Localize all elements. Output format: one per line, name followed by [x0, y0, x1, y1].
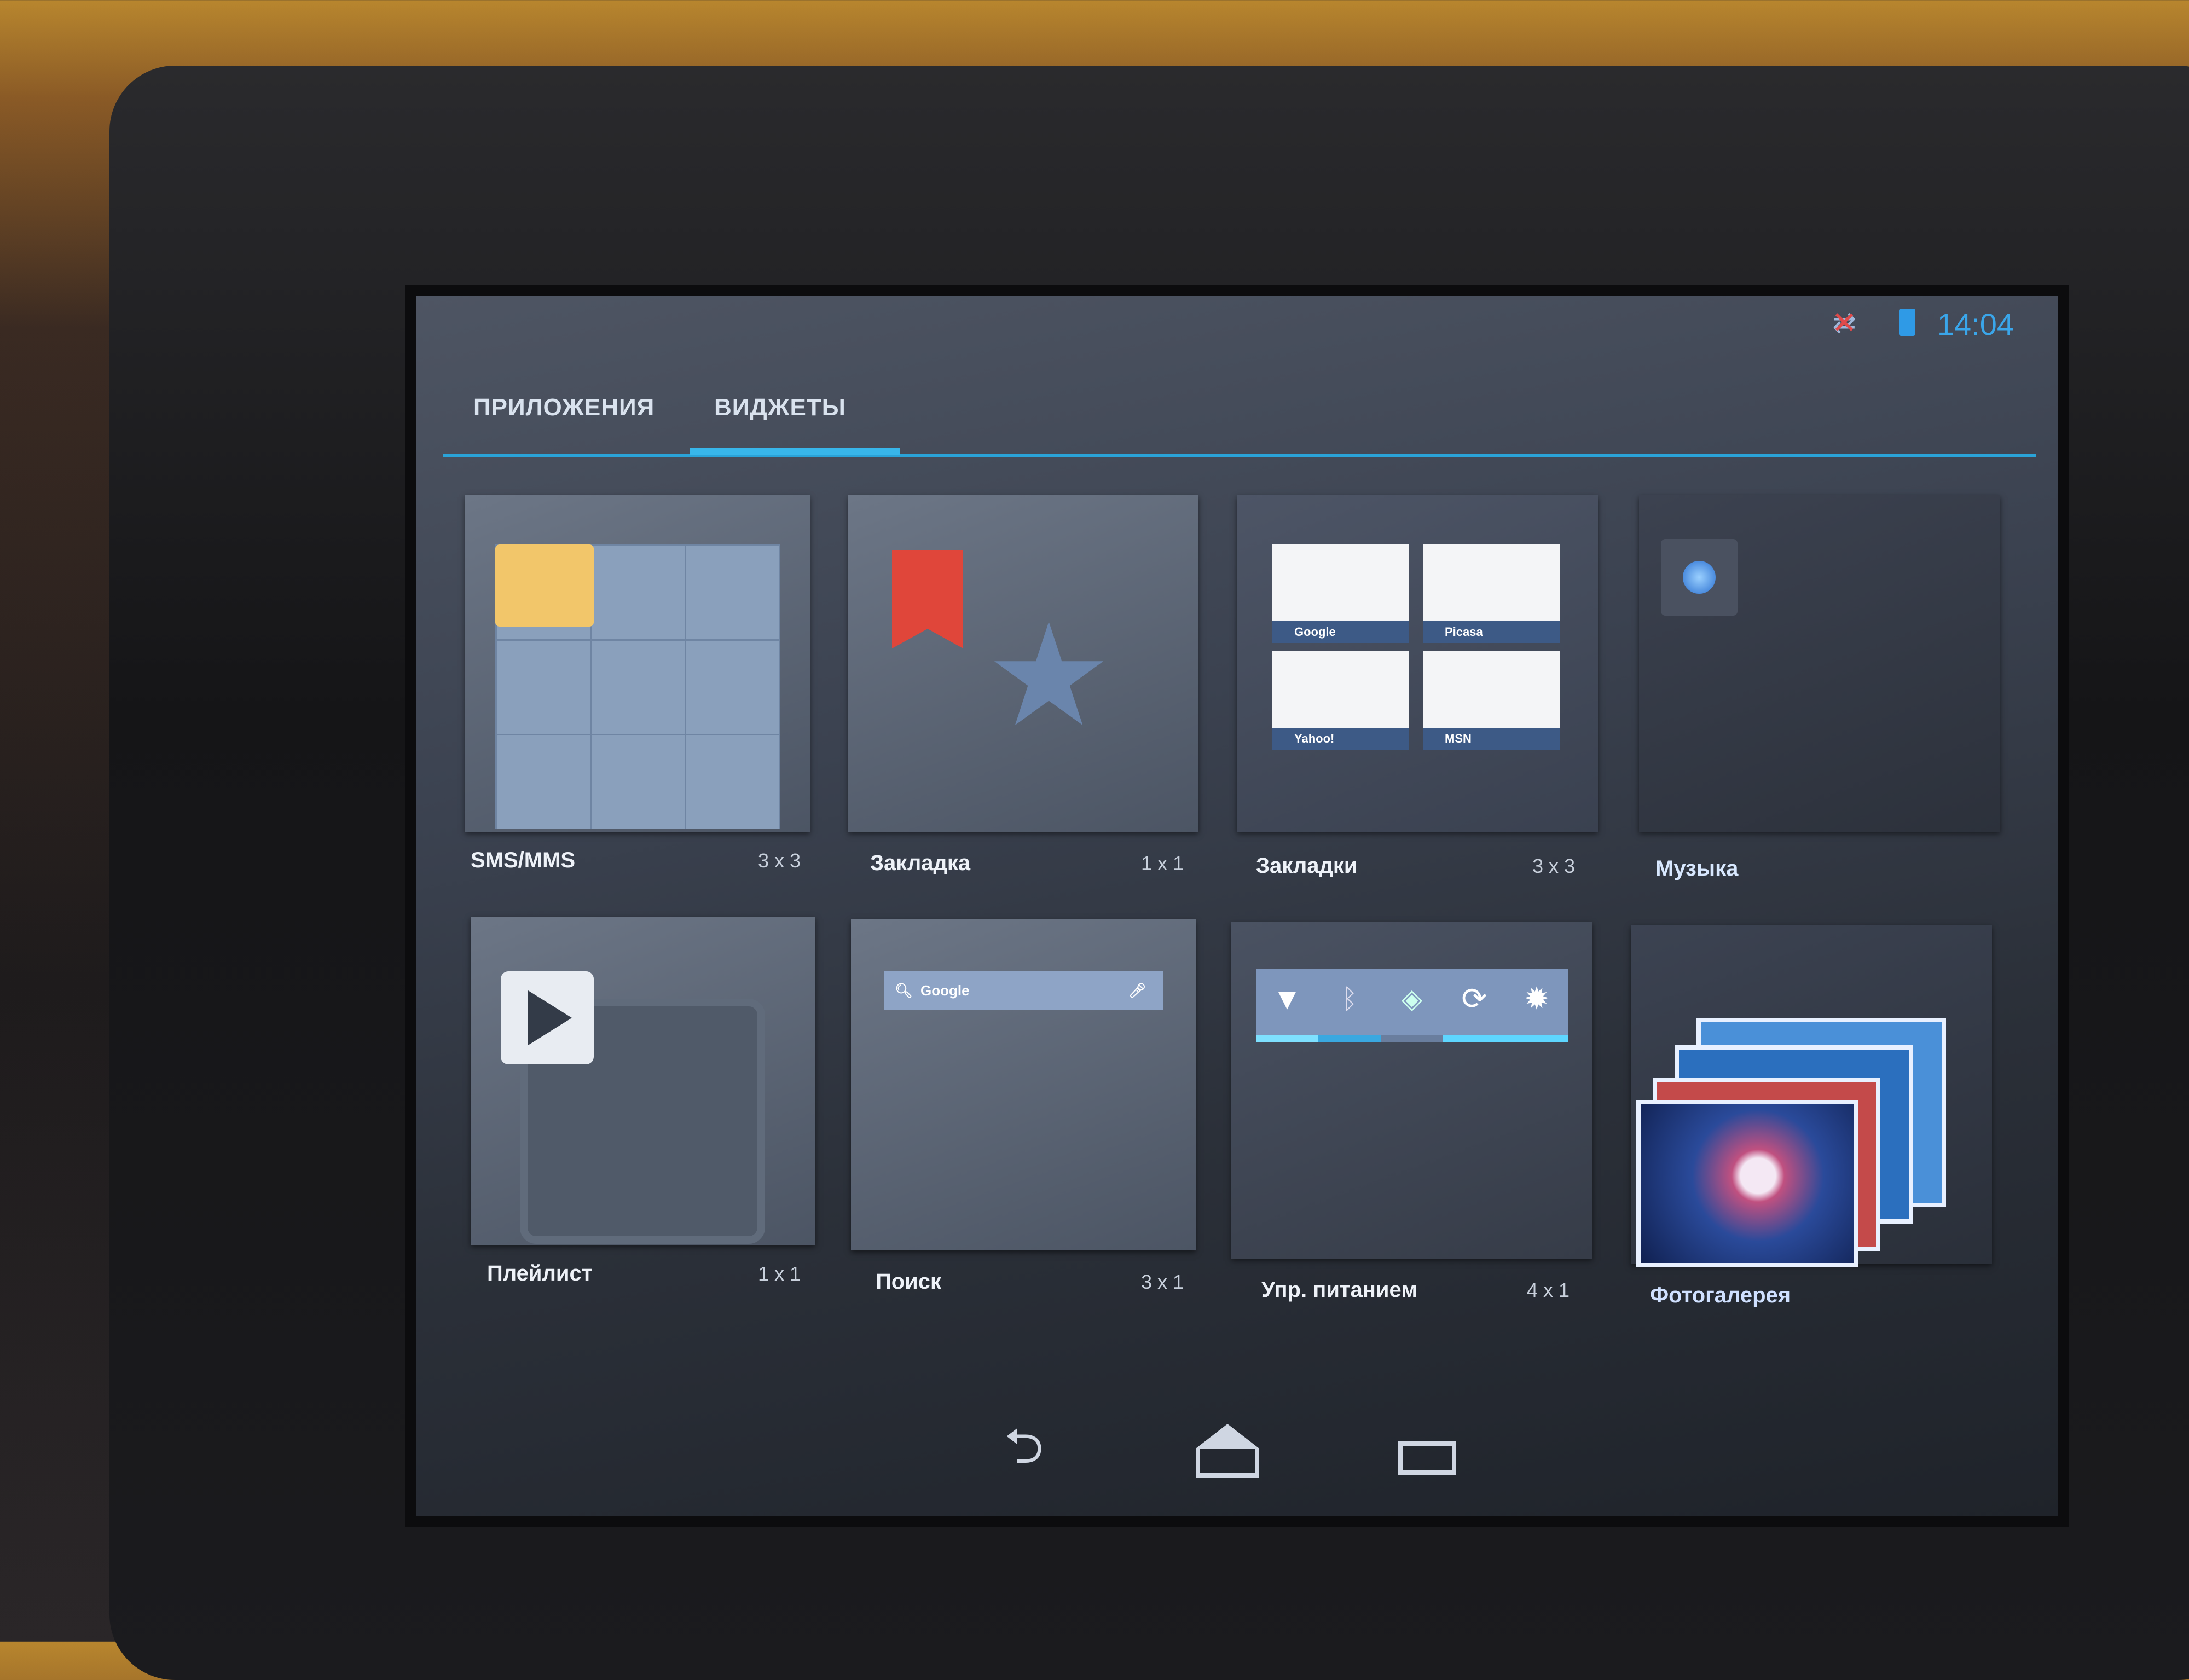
widget-name: Плейлист	[487, 1261, 593, 1285]
widget-size: 3 x 1	[1141, 1271, 1184, 1293]
status-time: 14:04	[1937, 307, 2014, 341]
message-bubble-icon	[495, 544, 594, 627]
widget-name: Закладка	[870, 851, 971, 875]
widget-sms-mms[interactable]	[465, 495, 810, 832]
widget-size: 4 x 1	[1527, 1279, 1570, 1301]
search-bar-preview: 🔍︎ Google 🎤︎	[884, 971, 1163, 1010]
search-icon: 🔍︎	[895, 982, 913, 999]
screen: ⇄ 14:04 ПРИЛОЖЕНИЯ ВИДЖЕТЫ SMS/MMS 3 x 3…	[405, 285, 2069, 1527]
widget-power-control[interactable]: ▼ ᛒ ◈ ⟳ ✹	[1231, 922, 1592, 1259]
tab-selected-indicator	[690, 448, 900, 455]
widget-size: 3 x 3	[758, 849, 801, 872]
widget-bookmark[interactable]: ★	[848, 495, 1198, 832]
bookmark-thumbnail: MSN	[1423, 651, 1560, 750]
widget-gallery[interactable]	[1631, 925, 1992, 1267]
star-icon: ★	[985, 596, 1113, 755]
tab-divider	[443, 454, 2036, 457]
sync-off-icon: ⇄	[1828, 308, 1861, 338]
widget-name: Поиск	[876, 1270, 942, 1294]
widget-name: Закладки	[1256, 854, 1358, 878]
flower-photo	[1636, 1100, 1858, 1267]
recent-apps-button[interactable]	[1398, 1441, 1456, 1475]
music-icon	[1683, 561, 1716, 594]
wifi-icon: ▼	[1256, 969, 1318, 1042]
widget-name: Упр. питанием	[1261, 1278, 1417, 1302]
sync-icon: ⟳	[1443, 969, 1505, 1042]
widget-size: 1 x 1	[1141, 852, 1184, 874]
widget-name: Фотогалерея	[1650, 1283, 1791, 1307]
play-icon	[501, 971, 594, 1064]
widget-bookmarks[interactable]: Google Picasa Yahoo! MSN	[1237, 495, 1598, 832]
widget-music[interactable]	[1639, 495, 2000, 832]
back-button[interactable]: ⮌	[1004, 1410, 1044, 1494]
tab-apps[interactable]: ПРИЛОЖЕНИЯ	[473, 394, 655, 421]
widget-name: SMS/MMS	[471, 848, 576, 872]
tab-widgets[interactable]: ВИДЖЕТЫ	[714, 394, 846, 421]
bookmark-thumbnail: Picasa	[1423, 544, 1560, 643]
microphone-icon: 🎤︎	[1128, 982, 1146, 999]
home-button[interactable]	[1196, 1424, 1259, 1478]
bookmark-thumbnail: Google	[1272, 544, 1409, 643]
home-icon	[1196, 1424, 1259, 1449]
bookmark-thumbnail: Yahoo!	[1272, 651, 1409, 750]
battery-icon	[1899, 309, 1915, 336]
search-hint: Google	[920, 982, 970, 999]
widget-name: Музыка	[1655, 856, 1739, 880]
widget-playlist[interactable]	[471, 917, 815, 1245]
power-toggle-bar: ▼ ᛒ ◈ ⟳ ✹	[1256, 969, 1568, 1042]
brightness-icon: ✹	[1505, 969, 1568, 1042]
widget-search[interactable]: 🔍︎ Google 🎤︎	[851, 919, 1196, 1250]
music-thumb	[1661, 539, 1738, 616]
widget-size: 1 x 1	[758, 1262, 801, 1285]
gps-icon: ◈	[1381, 969, 1443, 1042]
bluetooth-icon: ᛒ	[1318, 969, 1381, 1042]
bookmark-ribbon-icon	[892, 550, 963, 648]
widget-size: 3 x 3	[1532, 855, 1576, 877]
